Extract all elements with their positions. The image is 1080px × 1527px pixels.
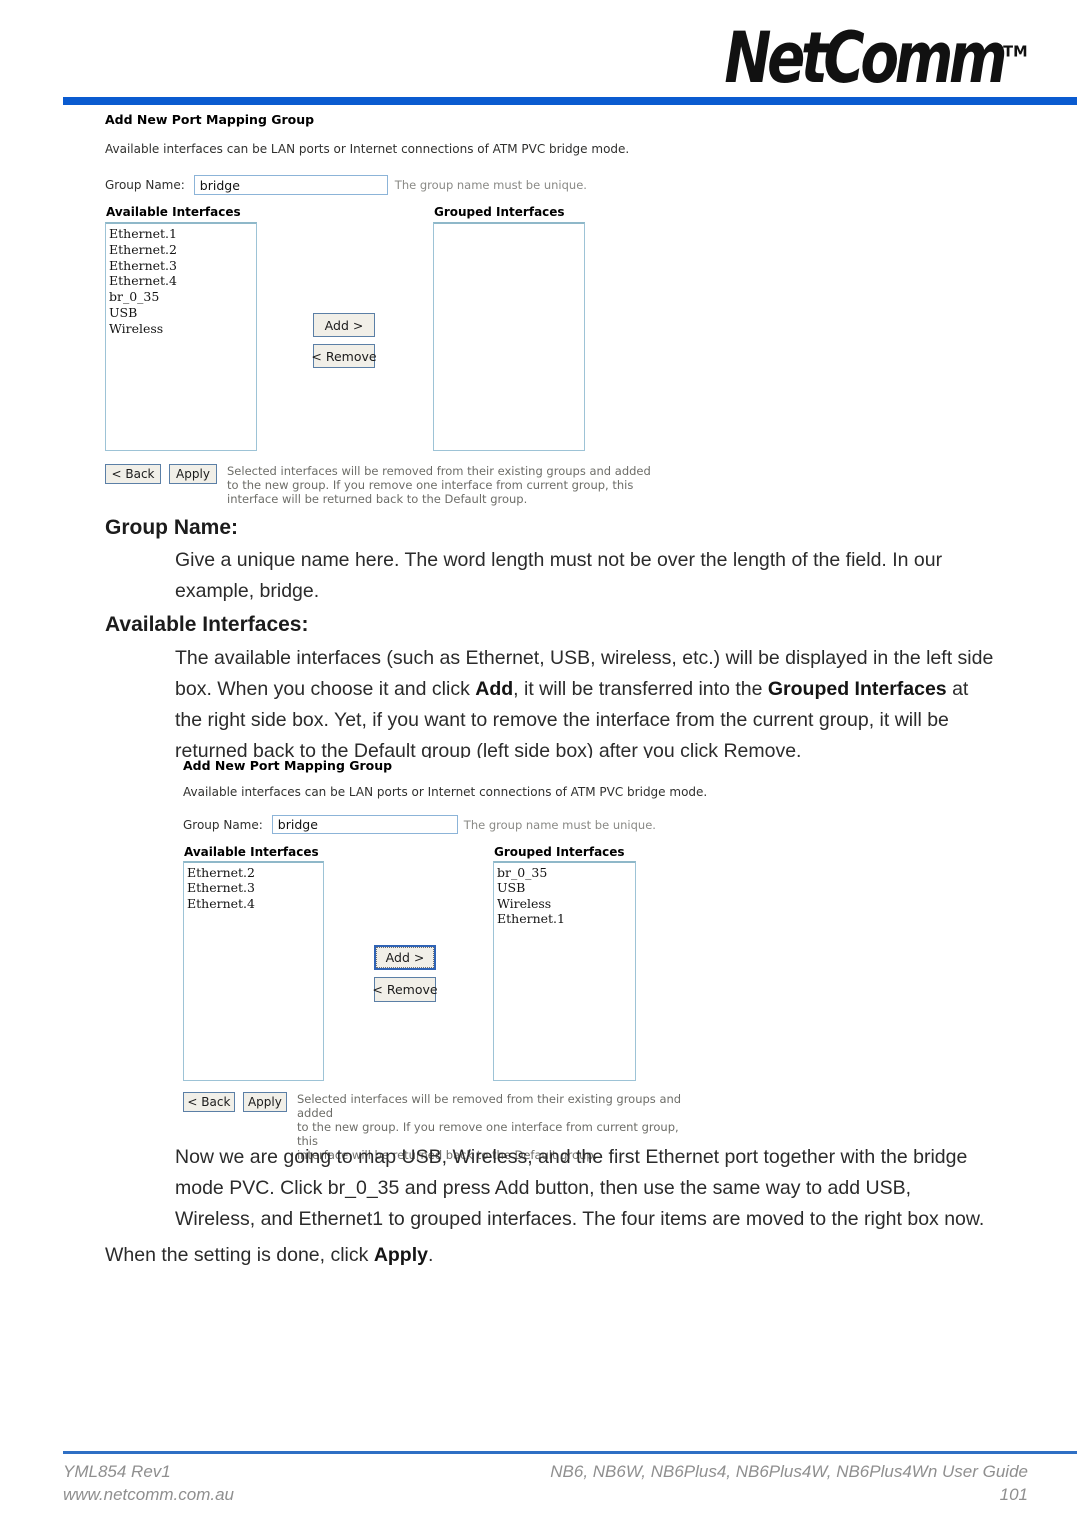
shot1-grouped-list <box>434 224 584 226</box>
router-ui-screenshot-2: Add New Port Mapping Group Available int… <box>183 758 707 1162</box>
shot1-add-button[interactable]: Add > <box>313 313 375 337</box>
shot1-page-description: Available interfaces can be LAN ports or… <box>105 142 630 156</box>
footer-right-block: NB6, NB6W, NB6Plus4, NB6Plus4W, NB6Plus4… <box>550 1460 1028 1506</box>
list-item[interactable]: br_0_35 <box>109 289 256 305</box>
footer-guide-title: NB6, NB6W, NB6Plus4, NB6Plus4W, NB6Plus4… <box>550 1462 1028 1481</box>
list-item[interactable]: Wireless <box>109 321 256 337</box>
netcomm-logo: NetCommTM <box>725 22 1028 93</box>
list-item[interactable]: Ethernet.1 <box>497 911 635 926</box>
list-item[interactable]: Ethernet.3 <box>187 880 323 895</box>
shot1-available-interfaces-header: Available Interfaces <box>106 205 241 219</box>
paragraph-available-interfaces: The available interfaces (such as Ethern… <box>175 643 1000 767</box>
para-ai-bold-grouped: Grouped Interfaces <box>767 678 947 700</box>
list-item[interactable]: Ethernet.4 <box>109 273 256 289</box>
shot2-apply-button[interactable]: Apply <box>242 1092 287 1112</box>
shot2-add-button[interactable]: Add > <box>374 945 436 970</box>
paragraph-group-name: Give a unique name here. The word length… <box>175 549 943 602</box>
shot1-available-list: Ethernet.1 Ethernet.2 Ethernet.3 Ethernet.4… <box>106 224 256 337</box>
shot2-remove-button[interactable]: < Remove <box>372 977 438 1002</box>
paragraph-apply: When the setting is done, click Apply. <box>105 1240 935 1271</box>
footer-doc-id: YML854 Rev1 <box>63 1462 171 1481</box>
page-header: NetCommTM <box>0 0 1080 105</box>
shot1-group-name-hint: The group name must be unique. <box>394 178 587 192</box>
shot2-transfer-buttons: Add > < Remove <box>372 945 438 1002</box>
list-item[interactable]: br_0_35 <box>497 865 635 880</box>
list-item[interactable]: Wireless <box>497 896 635 911</box>
shot2-available-interfaces-listbox[interactable]: Ethernet.2 Ethernet.3 Ethernet.4 <box>183 861 324 1081</box>
para-apply-part2: . <box>427 1244 434 1266</box>
heading-available-interfaces: Available Interfaces: <box>105 613 309 636</box>
list-item[interactable]: Ethernet.1 <box>109 226 256 242</box>
shot1-transfer-buttons: Add > < Remove <box>311 313 377 368</box>
para-apply-part1: When the setting is done, click <box>105 1244 374 1266</box>
router-ui-screenshot-1: Add New Port Mapping Group Available int… <box>105 112 665 512</box>
footer-left-block: YML854 Rev1 www.netcomm.com.au <box>63 1460 234 1506</box>
trademark-symbol: TM <box>1003 41 1028 60</box>
shot1-action-note: Selected interfaces will be removed from… <box>227 464 651 506</box>
shot1-apply-button[interactable]: Apply <box>169 464 217 484</box>
footer-divider-rule <box>63 1451 1077 1454</box>
shot1-page-title: Add New Port Mapping Group <box>105 112 315 127</box>
list-item[interactable]: Ethernet.2 <box>187 865 323 880</box>
footer-website[interactable]: www.netcomm.com.au <box>63 1483 234 1506</box>
shot2-page-title: Add New Port Mapping Group <box>183 758 393 773</box>
shot2-back-button[interactable]: < Back <box>183 1092 235 1112</box>
list-item[interactable]: USB <box>497 880 635 895</box>
shot1-available-interfaces-listbox[interactable]: Ethernet.1 Ethernet.2 Ethernet.3 Ethernet.4… <box>105 222 257 451</box>
shot2-grouped-interfaces-listbox[interactable]: br_0_35 USB Wireless Ethernet.1 <box>493 861 636 1081</box>
shot2-grouped-list: br_0_35 USB Wireless Ethernet.1 <box>494 863 635 926</box>
shot2-group-name-input[interactable]: bridge <box>271 815 458 834</box>
shot1-interface-columns: Available Interfaces Ethernet.1 Ethernet.… <box>105 205 665 457</box>
shot1-action-row: < Back Apply Selected interfaces will be… <box>105 464 651 506</box>
shot1-grouped-interfaces-listbox[interactable] <box>433 222 585 451</box>
list-item[interactable]: Ethernet.4 <box>187 896 323 911</box>
shot2-add-button-label: Add > <box>376 947 434 968</box>
shot1-group-name-row: Group Name: bridge The group name must b… <box>105 175 587 195</box>
para-ai-bold-add: Add <box>475 678 514 700</box>
list-item[interactable]: USB <box>109 305 256 321</box>
shot2-available-list: Ethernet.2 Ethernet.3 Ethernet.4 <box>184 863 323 911</box>
list-item[interactable]: Ethernet.2 <box>109 242 256 258</box>
para-ai-part2: , it will be transferred into the <box>513 678 768 700</box>
shot1-group-name-label: Group Name: <box>105 178 185 192</box>
netcomm-logo-wordmark: NetComm <box>724 15 1008 99</box>
shot2-group-name-row: Group Name: bridge The group name must b… <box>183 815 656 834</box>
shot1-remove-button[interactable]: < Remove <box>311 344 377 368</box>
paragraph-mapping: Now we are going to map USB, Wireless, a… <box>175 1146 985 1230</box>
shot2-page-description: Available interfaces can be LAN ports or… <box>183 785 708 799</box>
footer-page-number: 101 <box>999 1485 1028 1504</box>
list-item[interactable]: Ethernet.3 <box>109 258 256 274</box>
header-divider-rule <box>63 97 1077 105</box>
shot1-back-button[interactable]: < Back <box>105 464 161 484</box>
shot1-grouped-interfaces-header: Grouped Interfaces <box>434 205 565 219</box>
shot2-available-interfaces-header: Available Interfaces <box>184 845 319 859</box>
shot2-group-name-label: Group Name: <box>183 817 263 832</box>
para-apply-bold: Apply <box>373 1244 428 1266</box>
shot2-interface-columns: Available Interfaces Ethernet.2 Ethernet.… <box>183 845 703 1085</box>
heading-group-name: Group Name: <box>105 516 239 539</box>
shot1-group-name-input[interactable]: bridge <box>193 175 388 195</box>
shot2-group-name-hint: The group name must be unique. <box>463 817 656 832</box>
shot2-grouped-interfaces-header: Grouped Interfaces <box>494 845 625 859</box>
